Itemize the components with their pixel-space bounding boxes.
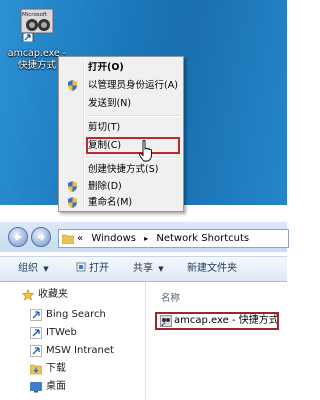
organize-label: 组织 bbox=[18, 263, 38, 274]
desktop-icon bbox=[30, 381, 42, 393]
organize-button[interactable]: 组织 ▼ bbox=[18, 257, 49, 281]
nav-item-label: MSW Intranet bbox=[46, 345, 114, 356]
column-header-name[interactable]: 名称 bbox=[161, 290, 180, 304]
menu-item-label: 重命名(M) bbox=[88, 197, 133, 208]
file-item-amcap-shortcut[interactable]: amcap.exe - 快捷方式 bbox=[155, 312, 279, 330]
link-arrow-icon bbox=[30, 345, 42, 357]
amcap-shortcut[interactable]: Microsoft amcap.exe - 快捷方式 bbox=[6, 4, 66, 71]
desktop-area: Microsoft amcap.exe - 快捷方式 打开(O) 以管理员身份运… bbox=[0, 0, 287, 212]
open-button[interactable]: 打开 bbox=[76, 257, 109, 281]
menu-item-label: 以管理员身份运行(A) bbox=[88, 80, 178, 91]
nav-item-label: 桌面 bbox=[46, 381, 66, 392]
menu-separator bbox=[86, 115, 180, 117]
command-bar: 组织 ▼ 打开 共享 ▼ 新建文件夹 bbox=[0, 256, 287, 282]
dropdown-arrow-icon: ▼ bbox=[158, 265, 164, 273]
folder-icon bbox=[61, 233, 75, 245]
mouse-cursor-icon bbox=[138, 139, 154, 162]
star-icon bbox=[21, 288, 35, 301]
menu-item-label: 创建快捷方式(S) bbox=[88, 164, 159, 175]
breadcrumb-network-shortcuts[interactable]: Network Shortcuts bbox=[156, 233, 249, 244]
forward-button[interactable] bbox=[31, 227, 51, 247]
nav-favorites-label: 收藏夹 bbox=[38, 289, 68, 300]
file-name: amcap.exe - 快捷方式 bbox=[174, 315, 279, 326]
svg-text:Microsoft: Microsoft bbox=[22, 12, 48, 18]
amcap-icon: Microsoft bbox=[20, 6, 54, 43]
share-label: 共享 bbox=[133, 263, 153, 274]
breadcrumb-windows[interactable]: Windows bbox=[91, 233, 136, 244]
navigation-pane: 收藏夹 Bing Search ITWeb MSW Intranet 下载 桌面 bbox=[0, 282, 146, 400]
new-folder-button[interactable]: 新建文件夹 bbox=[187, 257, 237, 281]
menu-item-label: 发送到(N) bbox=[88, 98, 132, 109]
back-arrow-icon bbox=[14, 233, 21, 241]
menu-item-delete[interactable]: 删除(D) bbox=[61, 178, 181, 195]
nav-item-label: 下载 bbox=[46, 363, 66, 374]
menu-item-create-shortcut[interactable]: 创建快捷方式(S) bbox=[61, 161, 181, 178]
menu-item-send-to[interactable]: 发送到(N) bbox=[61, 95, 181, 112]
open-label: 打开 bbox=[89, 263, 109, 274]
breadcrumb-overflow[interactable]: « bbox=[77, 233, 83, 244]
menu-item-label: 删除(D) bbox=[88, 181, 122, 192]
dropdown-arrow-icon: ▼ bbox=[43, 265, 49, 273]
back-button[interactable] bbox=[8, 227, 28, 247]
menu-item-run-as-admin[interactable]: 以管理员身份运行(A) bbox=[61, 77, 181, 94]
context-menu: 打开(O) 以管理员身份运行(A) 发送到(N) 剪切(T) 复制(C) 创建快… bbox=[58, 56, 184, 212]
new-folder-label: 新建文件夹 bbox=[187, 263, 237, 274]
address-box[interactable]: « Windows ▸ Network Shortcuts bbox=[58, 229, 289, 248]
menu-item-cut[interactable]: 剪切(T) bbox=[61, 119, 181, 136]
uac-shield-icon bbox=[67, 197, 78, 208]
link-arrow-icon bbox=[30, 327, 42, 339]
forward-arrow-icon bbox=[38, 233, 45, 241]
nav-item-label: Bing Search bbox=[46, 309, 106, 320]
menu-item-label: 打开(O) bbox=[88, 62, 124, 73]
uac-shield-icon bbox=[67, 80, 78, 91]
uac-shield-icon bbox=[67, 181, 78, 192]
shortcut-file-icon bbox=[160, 315, 172, 327]
explorer-window: « Windows ▸ Network Shortcuts 组织 ▼ 打开 共享… bbox=[0, 222, 289, 400]
menu-item-open[interactable]: 打开(O) bbox=[61, 59, 181, 76]
nav-item-label: ITWeb bbox=[46, 327, 77, 338]
address-bar-area: « Windows ▸ Network Shortcuts bbox=[0, 222, 289, 252]
breadcrumb: « Windows ▸ Network Shortcuts bbox=[77, 230, 249, 247]
copy-highlight-box bbox=[86, 137, 180, 154]
open-icon bbox=[76, 258, 86, 272]
downloads-folder-icon bbox=[29, 363, 43, 375]
menu-item-rename[interactable]: 重命名(M) bbox=[61, 194, 181, 211]
menu-item-label: 剪切(T) bbox=[88, 122, 121, 133]
file-list: 名称 amcap.exe - 快捷方式 bbox=[147, 282, 287, 400]
share-button[interactable]: 共享 ▼ bbox=[133, 257, 164, 281]
breadcrumb-arrow-icon[interactable]: ▸ bbox=[144, 234, 148, 243]
menu-separator bbox=[86, 157, 180, 159]
link-arrow-icon bbox=[30, 309, 42, 321]
